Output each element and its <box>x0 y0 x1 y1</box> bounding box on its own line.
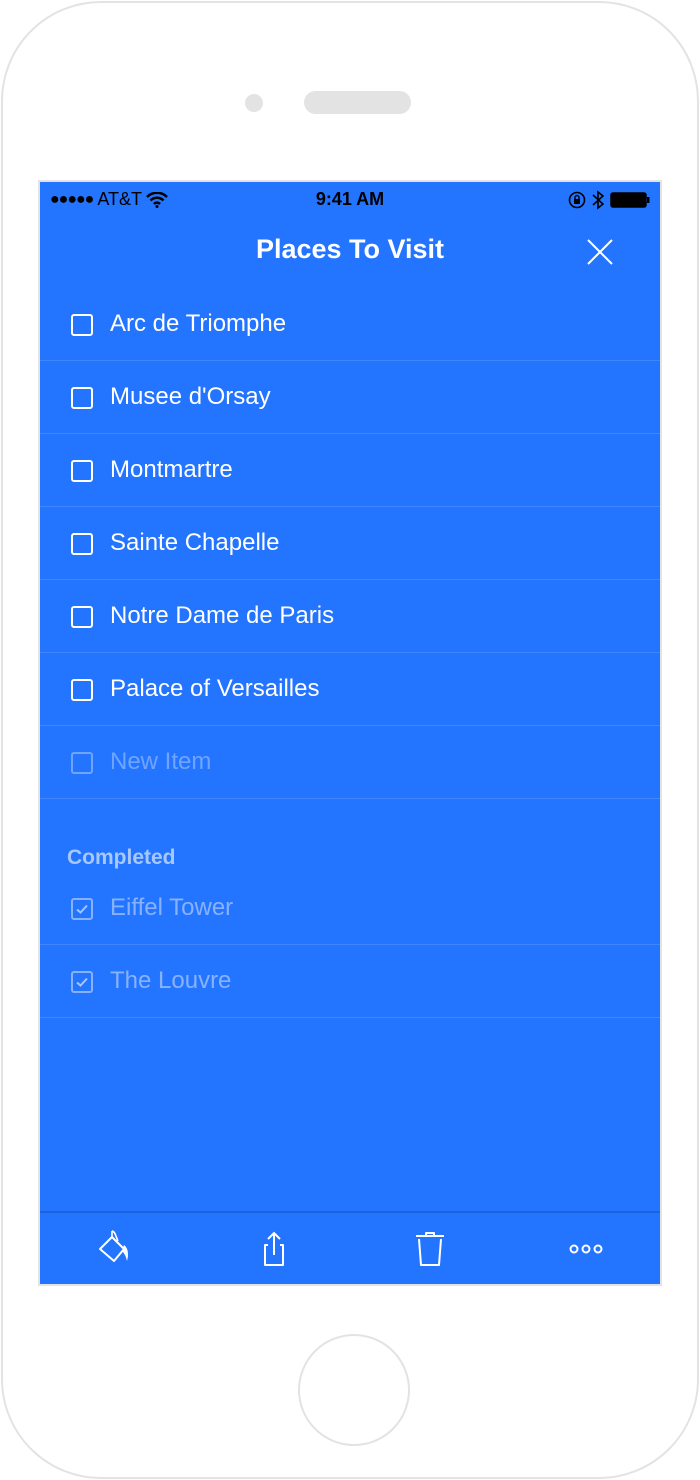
list-item[interactable]: Montmartre <box>40 434 660 507</box>
page-title: Places To Visit <box>255 234 445 264</box>
paint-bucket-icon[interactable] <box>96 1229 136 1269</box>
list-item[interactable]: Notre Dame de Paris <box>40 580 660 653</box>
new-item-input[interactable]: New Item <box>40 726 660 799</box>
list-item[interactable]: Palace of Versailles <box>40 653 660 726</box>
checkbox[interactable] <box>71 387 93 409</box>
close-icon[interactable] <box>586 238 614 266</box>
camera <box>245 94 263 112</box>
completed-heading: Completed <box>67 846 176 869</box>
item-label: Eiffel Tower <box>110 894 234 921</box>
completed-item[interactable]: Eiffel Tower <box>40 872 660 945</box>
rotation-lock-icon <box>568 191 586 209</box>
checkbox[interactable] <box>71 460 93 482</box>
trash-icon[interactable] <box>410 1229 450 1269</box>
completed-item[interactable]: The Louvre <box>40 945 660 1018</box>
share-icon[interactable] <box>254 1229 294 1269</box>
checkbox[interactable] <box>71 606 93 628</box>
bluetooth-icon <box>592 190 604 210</box>
item-label: New Item <box>110 748 212 775</box>
toolbar <box>40 1211 660 1284</box>
nav-bar: Places To Visit <box>40 216 660 288</box>
more-icon[interactable] <box>566 1229 606 1269</box>
item-label: Palace of Versailles <box>110 675 320 702</box>
item-label: Montmartre <box>110 456 233 483</box>
item-label: Notre Dame de Paris <box>110 602 335 629</box>
checkbox[interactable] <box>71 533 93 555</box>
checkbox[interactable] <box>71 898 93 920</box>
list-item[interactable]: Musee d'Orsay <box>40 361 660 434</box>
battery-icon <box>610 192 650 208</box>
checkbox[interactable] <box>71 679 93 701</box>
list-item[interactable]: Arc de Triomphe <box>40 288 660 361</box>
screen: ●●●●● AT&T 9:41 AM Places To Visit Arc d… <box>38 180 662 1286</box>
checkbox[interactable] <box>71 752 93 774</box>
speaker <box>304 91 411 114</box>
home-button[interactable] <box>298 1334 410 1446</box>
item-label: Arc de Triomphe <box>110 310 287 337</box>
checkbox[interactable] <box>71 971 93 993</box>
status-bar: ●●●●● AT&T 9:41 AM <box>40 182 660 216</box>
clock: 9:41 AM <box>315 189 385 209</box>
item-label: Sainte Chapelle <box>110 529 280 556</box>
list-item[interactable]: Sainte Chapelle <box>40 507 660 580</box>
item-label: The Louvre <box>110 967 232 994</box>
item-label: Musee d'Orsay <box>110 383 271 410</box>
checkbox[interactable] <box>71 314 93 336</box>
